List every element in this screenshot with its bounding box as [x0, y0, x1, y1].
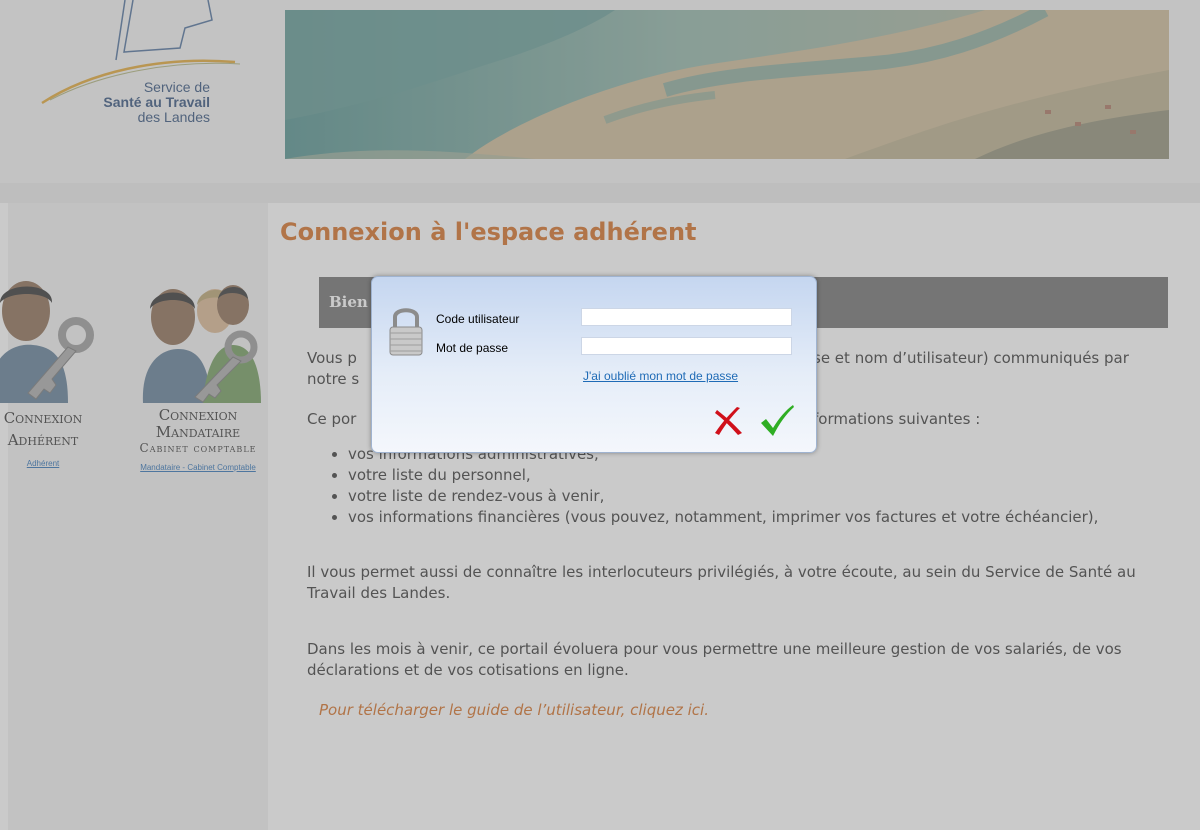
confirm-button[interactable] — [759, 403, 795, 439]
padlock-icon — [389, 308, 423, 356]
username-label: Code utilisateur — [436, 312, 520, 326]
username-input[interactable] — [581, 308, 792, 326]
cancel-button[interactable] — [713, 405, 745, 437]
login-dialog: Code utilisateur Mot de passe J'ai oubli… — [371, 276, 817, 453]
password-label: Mot de passe — [436, 341, 509, 355]
password-input[interactable] — [581, 337, 792, 355]
forgot-password-link[interactable]: J'ai oublié mon mot de passe — [583, 369, 738, 383]
